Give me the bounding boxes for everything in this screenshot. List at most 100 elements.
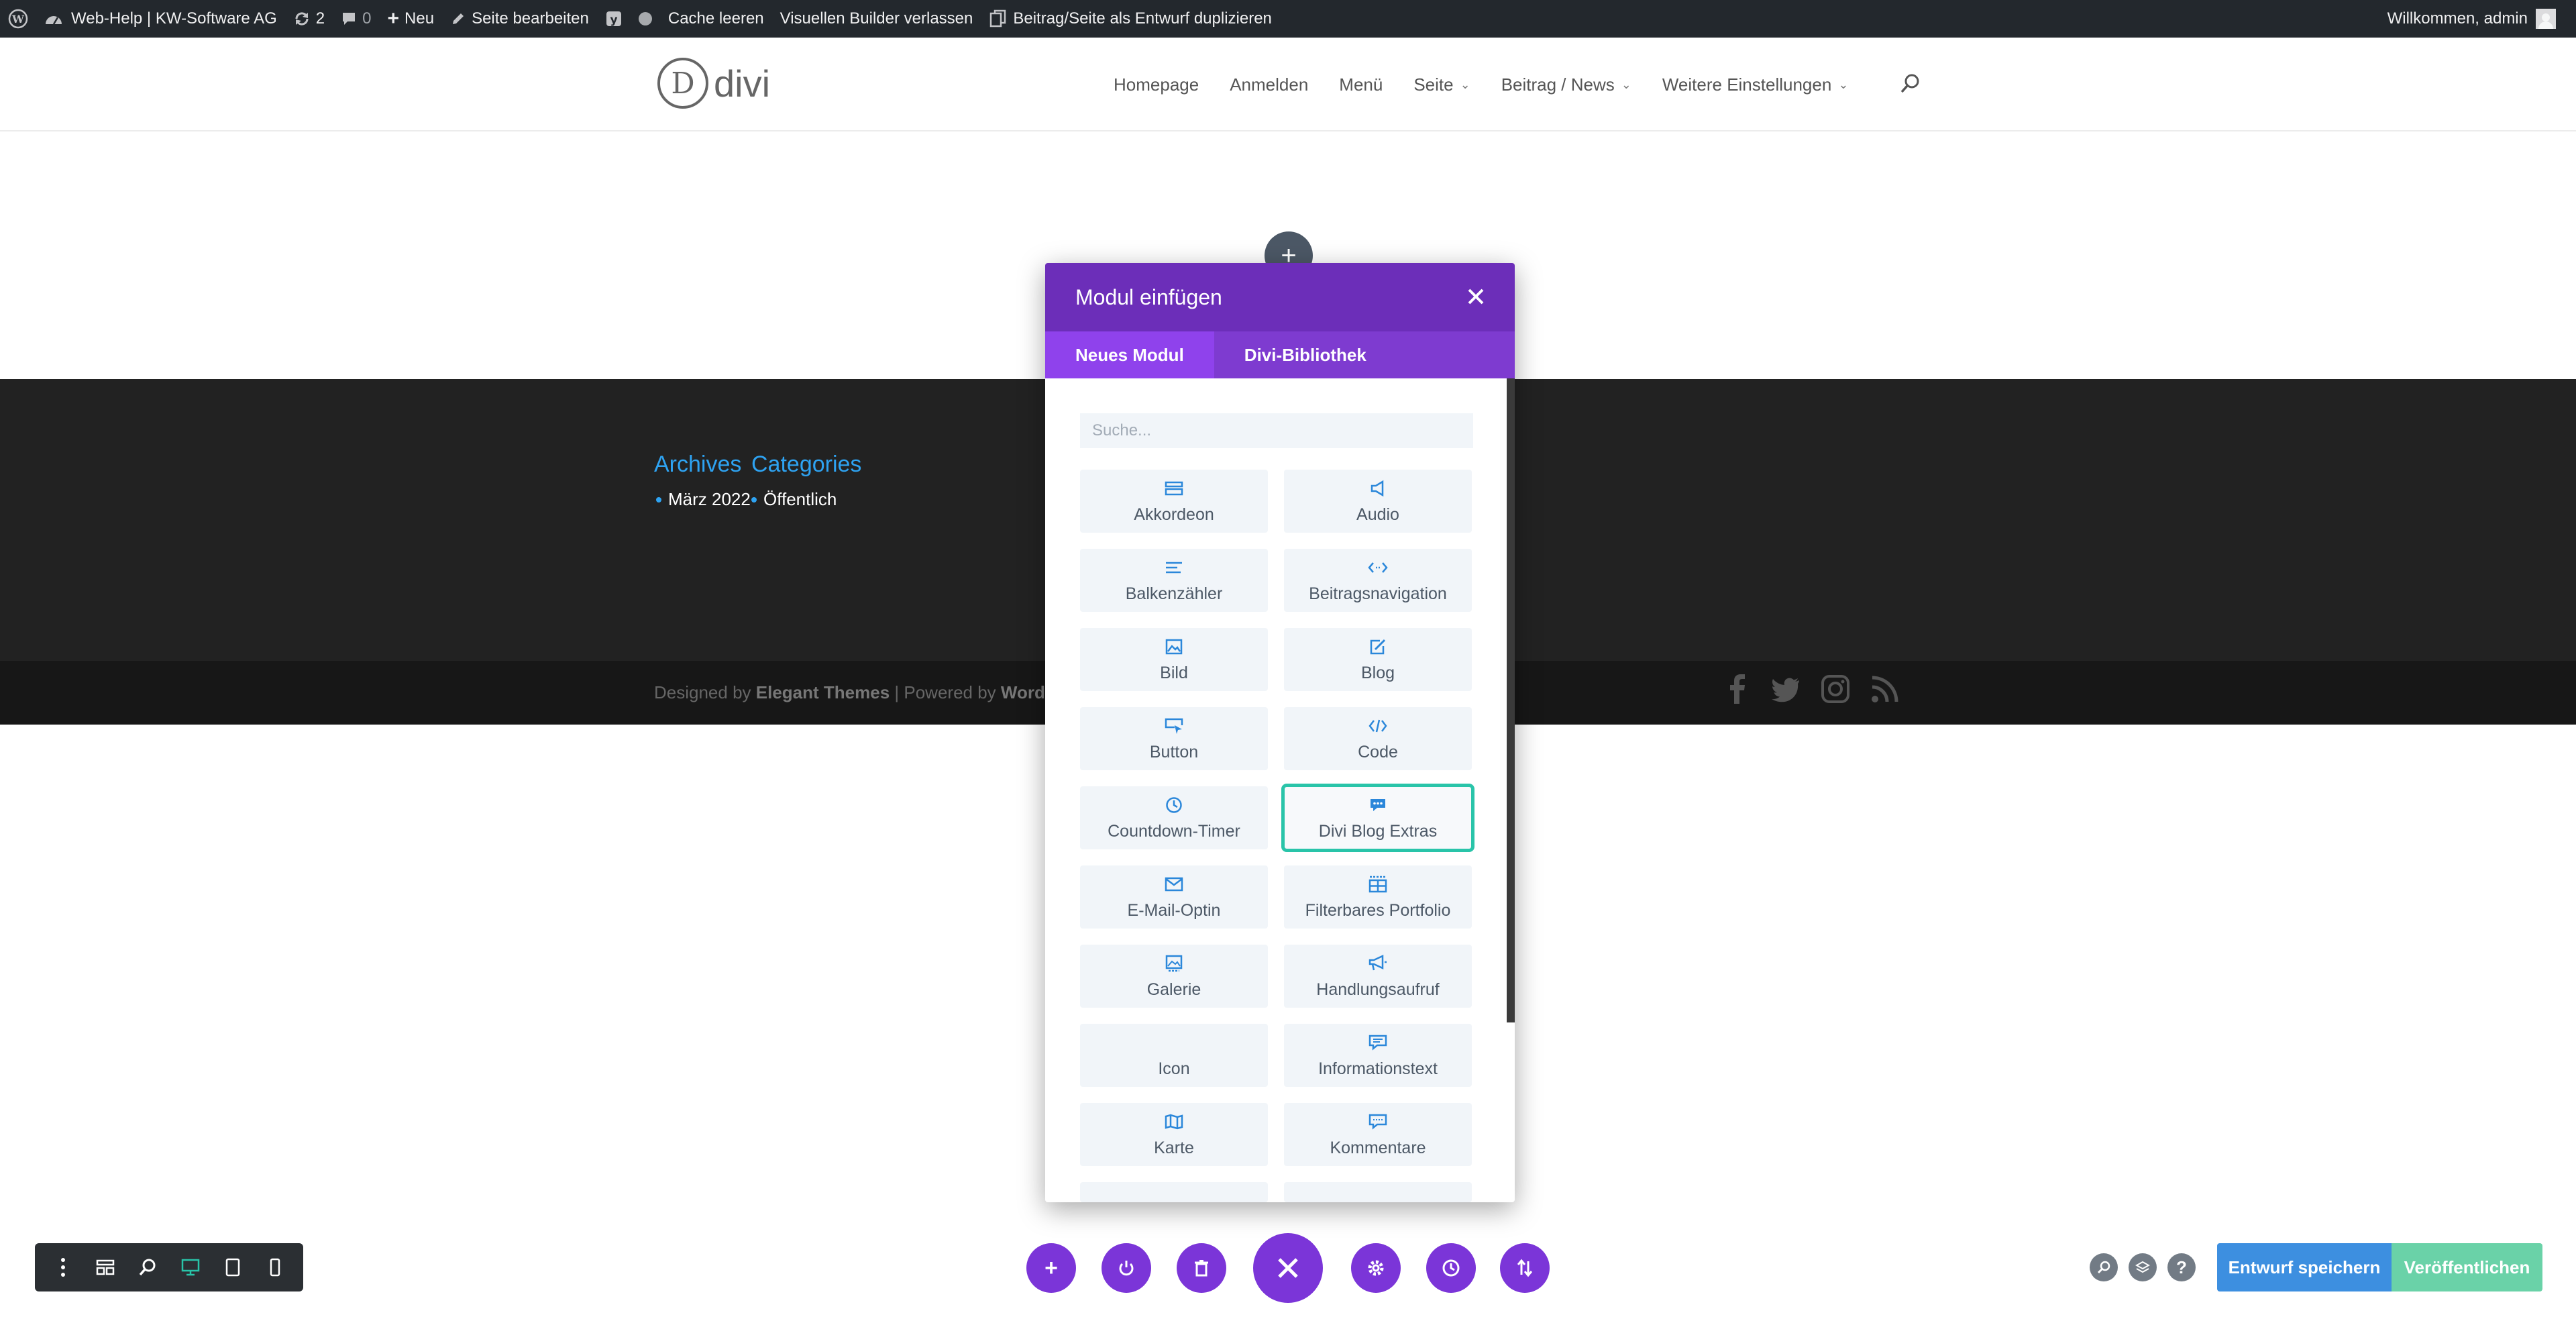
site-header: D divi Homepage Anmelden Menü Seite ⌄ Bei… bbox=[0, 38, 2576, 131]
module-label: Informationstext bbox=[1318, 1059, 1438, 1078]
nav-label: Seite bbox=[1413, 74, 1454, 95]
module-kommentare[interactable]: Kommentare bbox=[1284, 1103, 1472, 1166]
desktop-view-icon[interactable] bbox=[170, 1247, 211, 1287]
nav-label: Weitere Einstellungen bbox=[1662, 74, 1832, 95]
page-settings-button[interactable] bbox=[1351, 1243, 1401, 1293]
chevron-down-icon: ⌄ bbox=[1460, 77, 1470, 91]
site-logo[interactable]: D divi bbox=[657, 58, 770, 109]
module-label: Filterbares Portfolio bbox=[1305, 900, 1451, 920]
module-beitragsnavigation[interactable]: Beitragsnavigation bbox=[1284, 549, 1472, 612]
countdown-icon bbox=[1165, 795, 1183, 815]
nav-item-seite[interactable]: Seite ⌄ bbox=[1413, 74, 1470, 95]
module-karte[interactable]: Karte bbox=[1080, 1103, 1268, 1166]
search-icon[interactable] bbox=[1900, 72, 1921, 97]
instagram-icon[interactable] bbox=[1821, 674, 1850, 707]
module-blog[interactable]: Blog bbox=[1284, 628, 1472, 691]
tab-divi-library[interactable]: Divi-Bibliothek bbox=[1214, 331, 1397, 378]
module-handlungsaufruf[interactable]: Handlungsaufruf bbox=[1284, 945, 1472, 1008]
comments-count: 0 bbox=[362, 9, 372, 28]
image-icon bbox=[1165, 637, 1183, 657]
facebook-icon[interactable] bbox=[1724, 674, 1751, 707]
module-button[interactable]: Button bbox=[1080, 707, 1268, 770]
gallery-icon bbox=[1164, 953, 1184, 973]
nav-item-beitrag-news[interactable]: Beitrag / News ⌄ bbox=[1501, 74, 1631, 95]
module-divi-blog-extras[interactable]: Divi Blog Extras bbox=[1281, 784, 1474, 852]
close-icon bbox=[1278, 1258, 1298, 1278]
new-content-link[interactable]: + Neu bbox=[380, 0, 443, 38]
phone-view-icon[interactable] bbox=[255, 1247, 295, 1287]
module-search-input[interactable] bbox=[1080, 413, 1473, 448]
add-button[interactable]: + bbox=[1026, 1243, 1076, 1293]
clear-layout-button[interactable] bbox=[1177, 1243, 1226, 1293]
nav-item-weitere-einstellungen[interactable]: Weitere Einstellungen ⌄ bbox=[1662, 74, 1849, 95]
accordion-icon bbox=[1164, 478, 1184, 498]
tab-new-module[interactable]: Neues Modul bbox=[1045, 331, 1214, 378]
more-options-icon[interactable] bbox=[43, 1247, 83, 1287]
map-icon bbox=[1164, 1112, 1184, 1132]
module-icon[interactable]: Icon bbox=[1080, 1024, 1268, 1087]
status-dot-icon[interactable] bbox=[631, 0, 660, 38]
module-galerie[interactable]: Galerie bbox=[1080, 945, 1268, 1008]
modal-scrollbar[interactable] bbox=[1507, 378, 1515, 1022]
portability-arrows-button[interactable] bbox=[1500, 1243, 1550, 1293]
save-draft-button[interactable]: Entwurf speichern bbox=[2217, 1243, 2392, 1291]
gear-icon bbox=[1368, 1260, 1384, 1276]
rss-icon[interactable] bbox=[1870, 674, 1900, 707]
wireframe-icon[interactable] bbox=[85, 1247, 125, 1287]
portability-button[interactable] bbox=[1102, 1243, 1151, 1293]
page-settings-toolbar bbox=[35, 1243, 303, 1291]
svg-text:y: y bbox=[610, 13, 617, 27]
nav-item-homepage[interactable]: Homepage bbox=[1114, 74, 1199, 95]
layers-icon[interactable] bbox=[2129, 1253, 2157, 1281]
module-bild[interactable]: Bild bbox=[1080, 628, 1268, 691]
sort-arrows-icon bbox=[1517, 1259, 1533, 1277]
comments-link[interactable]: 0 bbox=[333, 0, 379, 38]
category-item-label: Öffentlich bbox=[763, 489, 837, 509]
module-audio[interactable]: Audio bbox=[1284, 470, 1472, 533]
site-name-link[interactable]: Web-Help | KW-Software AG bbox=[36, 0, 285, 38]
module-label: Countdown-Timer bbox=[1108, 821, 1240, 841]
module-label: Akkordeon bbox=[1134, 505, 1214, 524]
duplicate-draft-link[interactable]: Beitrag/Seite als Entwurf duplizieren bbox=[981, 0, 1280, 38]
cache-clear-link[interactable]: Cache leeren bbox=[660, 0, 772, 38]
help-icon[interactable]: ? bbox=[2167, 1253, 2196, 1281]
nav-label: Menü bbox=[1339, 74, 1383, 95]
module-label: Blog bbox=[1360, 663, 1395, 682]
nav-label: Homepage bbox=[1114, 74, 1199, 95]
publish-button[interactable]: Veröffentlichen bbox=[2392, 1243, 2542, 1291]
category-item[interactable]: Öffentlich bbox=[751, 489, 837, 510]
close-icon[interactable] bbox=[1464, 284, 1488, 309]
close-settings-button[interactable] bbox=[1253, 1233, 1323, 1303]
module-label: Icon bbox=[1158, 1059, 1190, 1078]
wordpress-logo-icon[interactable]: W bbox=[0, 0, 36, 38]
credits-theme-link[interactable]: Elegant Themes bbox=[756, 682, 890, 702]
exit-builder-link[interactable]: Visuellen Builder verlassen bbox=[772, 0, 981, 38]
bullet-icon bbox=[751, 496, 757, 503]
twitter-icon[interactable] bbox=[1771, 674, 1801, 707]
module-code[interactable]: Code bbox=[1284, 707, 1472, 770]
cache-label: Cache leeren bbox=[667, 9, 764, 28]
power-icon bbox=[1119, 1261, 1134, 1276]
module-informationstext[interactable]: Informationstext bbox=[1284, 1024, 1472, 1087]
module-label: Button bbox=[1149, 742, 1199, 761]
my-account-link[interactable]: Willkommen, admin bbox=[2379, 0, 2556, 38]
yoast-link[interactable]: y bbox=[597, 0, 631, 38]
module-countdown-timer[interactable]: Countdown-Timer bbox=[1080, 786, 1268, 849]
nav-item-menue[interactable]: Menü bbox=[1339, 74, 1383, 95]
updates-link[interactable]: 2 bbox=[285, 0, 333, 38]
credits-prefix: Designed by bbox=[654, 682, 756, 702]
module-partial[interactable] bbox=[1284, 1182, 1472, 1202]
search-icon[interactable] bbox=[2090, 1253, 2118, 1281]
svg-text:W: W bbox=[11, 13, 25, 25]
module-partial[interactable] bbox=[1080, 1182, 1268, 1202]
module-balkenzaehler[interactable]: Balkenzähler bbox=[1080, 549, 1268, 612]
history-button[interactable] bbox=[1426, 1243, 1476, 1293]
tablet-view-icon[interactable] bbox=[213, 1247, 253, 1287]
nav-item-anmelden[interactable]: Anmelden bbox=[1230, 74, 1308, 95]
edit-page-link[interactable]: Seite bearbeiten bbox=[442, 0, 597, 38]
module-akkordeon[interactable]: Akkordeon bbox=[1080, 470, 1268, 533]
archive-item[interactable]: März 2022 bbox=[656, 489, 751, 510]
module-email-optin[interactable]: E-Mail-Optin bbox=[1080, 865, 1268, 929]
zoom-icon[interactable] bbox=[127, 1247, 168, 1287]
module-filterbares-portfolio[interactable]: Filterbares Portfolio bbox=[1284, 865, 1472, 929]
